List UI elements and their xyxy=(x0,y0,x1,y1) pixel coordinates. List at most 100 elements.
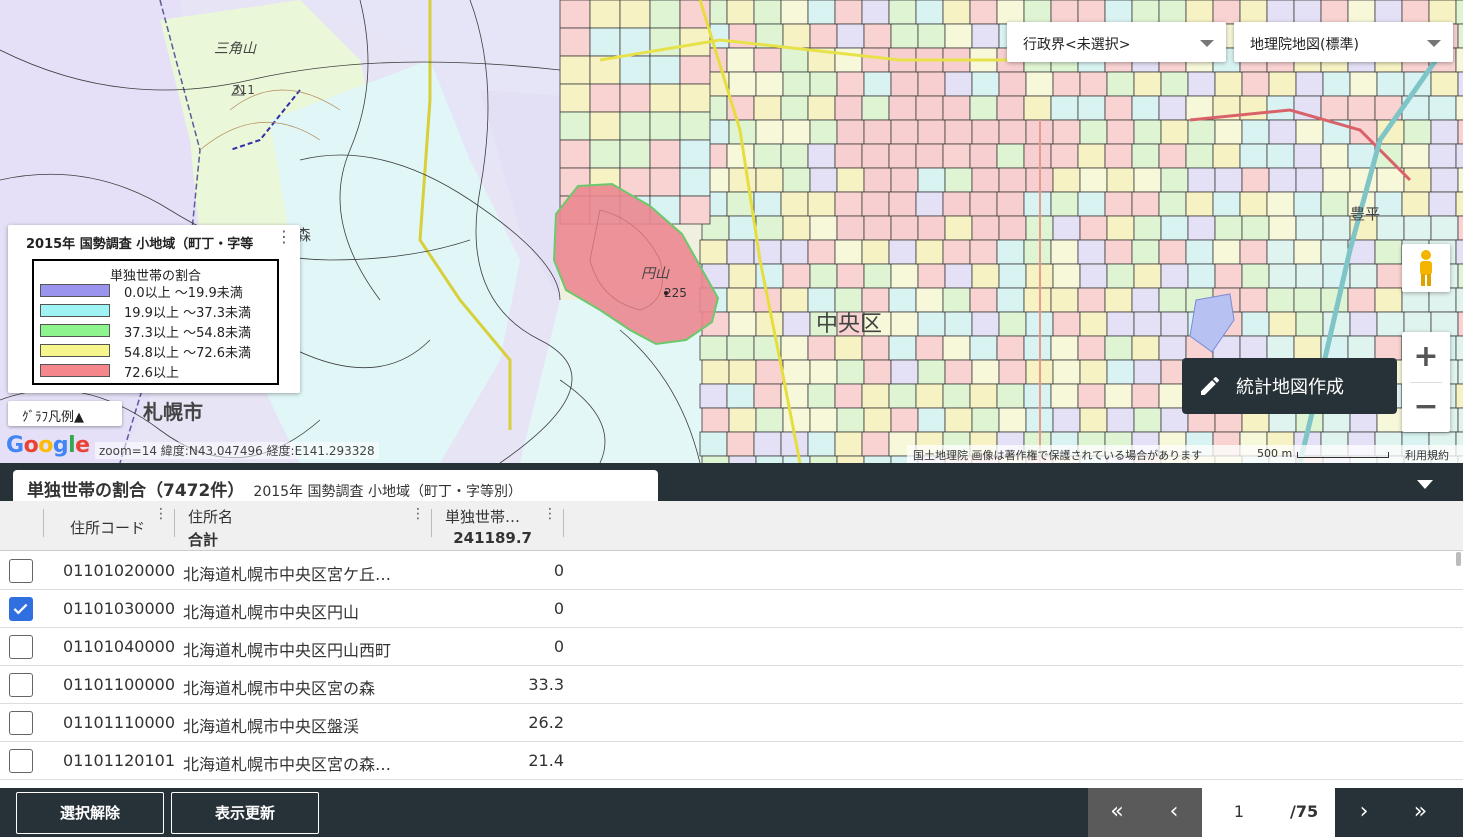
legend-swatch xyxy=(40,304,110,317)
panel-subtitle: 2015年 国勢調査 小地域（町丁・字等別） xyxy=(253,484,522,500)
row-value: 0 xyxy=(553,599,564,618)
legend-title: 2015年 国勢調査 小地域（町丁・字等 xyxy=(26,237,254,252)
row-code: 01101120101 xyxy=(63,751,175,770)
legend-swatch xyxy=(40,324,110,337)
pencil-icon xyxy=(1201,376,1219,395)
row-checkbox[interactable] xyxy=(9,559,33,583)
row-value: 21.4 xyxy=(528,751,564,770)
last-page-button[interactable]: » xyxy=(1393,788,1448,837)
zoom-control: + − xyxy=(1402,332,1450,432)
row-checkbox[interactable] xyxy=(9,597,33,621)
legend-item-label: 54.8以上 ～72.6未満 xyxy=(124,346,252,361)
more-vert-icon[interactable]: ⋮ xyxy=(276,229,292,245)
map-legend: 2015年 国勢調査 小地域（町丁・字等 ⋮ 単独世帯の割合 0.0以上 ～19… xyxy=(8,225,300,393)
create-stat-map-label: 統計地図作成 xyxy=(1236,377,1344,398)
admin-boundary-select-value: 行政界<未選択> xyxy=(1023,37,1131,53)
legend-swatch xyxy=(40,364,110,377)
row-code: 01101030000 xyxy=(63,599,175,618)
table-header: 住所コード ⋮ 住所名 合計 ⋮ 単独世帯… 241189.7 ⋮ xyxy=(0,501,1463,551)
row-name: 北海道札幌市中央区宮の森 xyxy=(183,679,376,698)
first-page-button[interactable]: « xyxy=(1088,788,1146,837)
table-row[interactable]: 01101120101 北海道札幌市中央区宮の森… 21.4 xyxy=(0,742,1463,780)
table-row[interactable]: 01101110000 北海道札幌市中央区盤渓 26.2 xyxy=(0,704,1463,742)
column-menu-icon[interactable]: ⋮ xyxy=(543,507,557,521)
table-row[interactable]: 01101040000 北海道札幌市中央区円山西町 0 xyxy=(0,628,1463,666)
city-label: 札幌市 xyxy=(143,400,203,424)
row-value: 0 xyxy=(553,637,564,656)
table-row[interactable]: 01101030000 北海道札幌市中央区円山 0 xyxy=(0,590,1463,628)
current-page-input[interactable]: 1 xyxy=(1222,802,1256,821)
refresh-button[interactable]: 表示更新 xyxy=(171,792,319,834)
legend-swatch xyxy=(40,344,110,357)
legend-item-label: 72.6以上 xyxy=(124,366,179,381)
chevron-down-icon xyxy=(1427,40,1441,47)
total-pages: /75 xyxy=(1290,802,1319,821)
mountain-label-maruyama: 円山 xyxy=(641,266,669,282)
legend-swatch xyxy=(40,284,110,297)
check-icon xyxy=(13,603,28,615)
legend-item-label: 37.3以上 ～54.8未満 xyxy=(124,326,252,341)
column-header-value[interactable]: 単独世帯… xyxy=(445,506,520,527)
column-header-code[interactable]: 住所コード xyxy=(70,517,145,538)
place-label-toyohira: 豊平 xyxy=(1350,205,1381,223)
column-divider xyxy=(431,509,432,537)
column-divider xyxy=(43,509,44,537)
column-menu-icon[interactable]: ⋮ xyxy=(411,507,425,521)
elevation-label-sankaku: 311 xyxy=(232,83,255,97)
graph-legend-toggle[interactable]: ｸﾞﾗﾌ凡例▲ xyxy=(8,401,122,426)
create-stat-map-button[interactable]: 統計地図作成 xyxy=(1182,358,1397,414)
column-total-label: 合計 xyxy=(188,531,219,549)
zoom-out-button[interactable]: − xyxy=(1402,382,1450,432)
column-header-name[interactable]: 住所名 xyxy=(188,506,233,527)
street-view-pegman-icon[interactable] xyxy=(1402,244,1450,292)
zoom-coordinates-readout: zoom=14 緯度:N43.047496 経度:E141.293328 xyxy=(95,442,379,459)
row-code: 01101110000 xyxy=(63,713,175,732)
basemap-select-value: 地理院地図(標準) xyxy=(1250,37,1359,53)
footer-bar: 選択解除 表示更新 « ‹ 1 /75 › » xyxy=(0,788,1463,837)
zoom-in-button[interactable]: + xyxy=(1402,332,1450,382)
prev-page-button[interactable]: ‹ xyxy=(1146,788,1202,837)
table-row[interactable]: 01101020000 北海道札幌市中央区宮ケ丘… 0 xyxy=(0,552,1463,590)
row-code: 01101040000 xyxy=(63,637,175,656)
row-checkbox[interactable] xyxy=(9,673,33,697)
legend-box: 単独世帯の割合 0.0以上 ～19.9未満 19.9以上 ～37.3未満 37.… xyxy=(32,259,279,385)
row-checkbox[interactable] xyxy=(9,635,33,659)
column-menu-icon[interactable]: ⋮ xyxy=(154,507,168,521)
column-total-value: 241189.7 xyxy=(453,529,532,547)
admin-boundary-select[interactable]: 行政界<未選択> xyxy=(1007,22,1226,62)
terms-link[interactable]: 利用規約 xyxy=(1405,447,1449,463)
elevation-label-maruyama: 225 xyxy=(664,286,687,300)
row-name: 北海道札幌市中央区円山 xyxy=(183,603,360,622)
row-code: 01101100000 xyxy=(63,675,175,694)
mountain-label-sankaku: 三角山 xyxy=(214,41,256,57)
basemap-select[interactable]: 地理院地図(標準) xyxy=(1234,22,1453,62)
data-panel-tab[interactable]: 単独世帯の割合（7472件） 2015年 国勢調査 小地域（町丁・字等別） xyxy=(13,470,658,501)
row-checkbox[interactable] xyxy=(9,711,33,735)
scale-label: 500 m xyxy=(1257,447,1293,460)
table-row[interactable]: 01101100000 北海道札幌市中央区宮の森 33.3 xyxy=(0,666,1463,704)
panel-title: 単独世帯の割合（7472件） xyxy=(27,481,245,501)
row-checkbox[interactable] xyxy=(9,749,33,773)
row-code: 01101020000 xyxy=(63,561,175,580)
column-divider xyxy=(563,509,564,537)
row-name: 北海道札幌市中央区盤渓 xyxy=(183,717,360,736)
row-name: 北海道札幌市中央区宮の森… xyxy=(183,755,392,774)
map-view[interactable]: 三角山 311 森 円山 225 中央区 豊平 札幌市 行政界<未選択> 地理院… xyxy=(0,0,1463,463)
row-value: 26.2 xyxy=(528,713,564,732)
table-scrollbar[interactable] xyxy=(1456,552,1461,566)
google-logo: Google xyxy=(6,433,90,458)
scale-bar xyxy=(1297,452,1389,458)
chevron-down-icon xyxy=(1200,40,1214,47)
row-value: 0 xyxy=(553,561,564,580)
row-value: 33.3 xyxy=(528,675,564,694)
caret-down-icon xyxy=(1417,480,1433,489)
next-page-button[interactable]: › xyxy=(1335,788,1393,837)
deselect-button[interactable]: 選択解除 xyxy=(16,792,164,834)
column-divider xyxy=(174,509,175,537)
row-name: 北海道札幌市中央区円山西町 xyxy=(183,641,392,660)
ward-label: 中央区 xyxy=(816,312,883,337)
legend-item-label: 0.0以上 ～19.9未満 xyxy=(124,286,243,301)
row-name: 北海道札幌市中央区宮ケ丘… xyxy=(183,565,392,584)
legend-item-label: 19.9以上 ～37.3未満 xyxy=(124,306,252,321)
panel-collapse-button[interactable] xyxy=(1388,470,1463,500)
